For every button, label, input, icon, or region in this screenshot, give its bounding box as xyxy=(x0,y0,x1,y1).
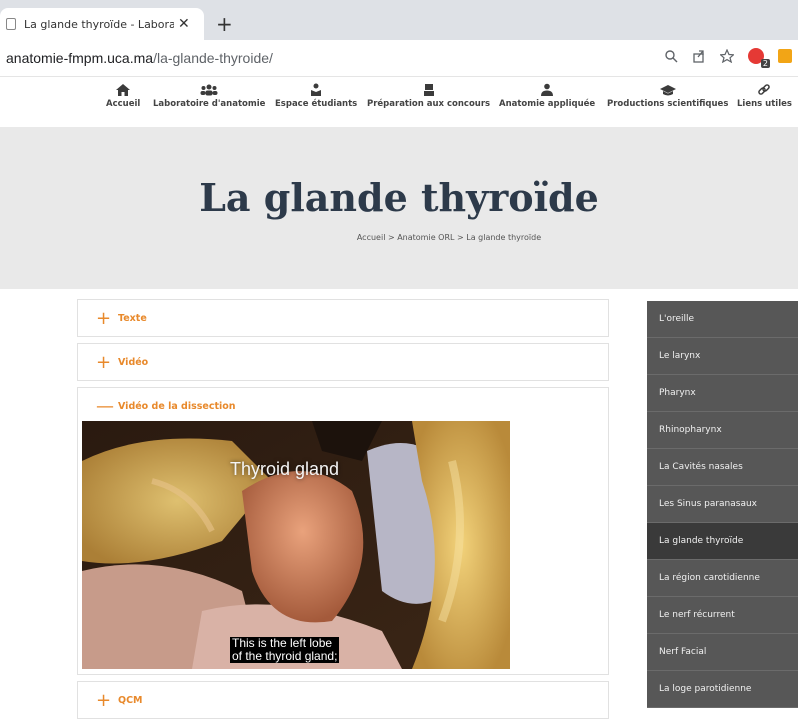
nav-label: Laboratoire d'anatomie xyxy=(153,99,266,109)
nav-item-preparation-concours[interactable]: Préparation aux concours xyxy=(367,81,490,109)
new-tab-button[interactable]: + xyxy=(216,12,233,36)
url-path: /la-glande-thyroide/ xyxy=(153,50,273,66)
nav-label: Anatomie appliquée xyxy=(499,99,596,109)
expand-icon: + xyxy=(96,689,112,711)
nav-label: Productions scientifiques xyxy=(607,99,729,109)
accordion-qcm[interactable]: + QCM xyxy=(77,681,609,719)
expand-icon: + xyxy=(96,307,112,329)
nav-item-accueil[interactable]: Accueil xyxy=(106,81,140,109)
video-subtitle: This is the left lobe of the thyroid gla… xyxy=(230,637,340,663)
url-domain: anatomie-fmpm.uca.ma xyxy=(6,50,154,66)
browser-tab-bar: La glande thyroïde - Laboratoire ✕ + xyxy=(0,0,798,40)
accordion-header[interactable]: + Vidéo xyxy=(78,344,608,380)
dissection-video-player[interactable]: Thyroid gland This is the left lobe of t… xyxy=(82,421,510,669)
sidebar-item-nerf-facial[interactable]: Nerf Facial xyxy=(647,634,798,671)
extension-badge: 2 xyxy=(760,59,770,68)
extension-shield-icon[interactable] xyxy=(778,49,792,63)
nav-item-espace-etudiants[interactable]: Espace étudiants xyxy=(275,81,357,109)
home-icon xyxy=(116,84,131,96)
nav-item-liens-utiles[interactable]: Liens utiles xyxy=(737,81,792,109)
nav-label: Accueil xyxy=(106,99,141,109)
sidebar-item-glande-thyroide[interactable]: La glande thyroïde xyxy=(647,523,798,560)
zoom-icon[interactable] xyxy=(664,49,678,63)
page-hero: La glande thyroïde Accueil > Anatomie OR… xyxy=(0,127,798,289)
close-tab-icon[interactable]: ✕ xyxy=(178,16,190,32)
subtitle-line-2: of the thyroid gland; xyxy=(232,649,338,663)
nav-item-anatomie-appliquee[interactable]: Anatomie appliquée xyxy=(499,81,595,109)
page-title: La glande thyroïde xyxy=(199,175,599,220)
accordion-texte[interactable]: + Texte xyxy=(77,299,609,337)
sidebar-item-oreille[interactable]: L'oreille xyxy=(647,301,798,338)
exam-icon xyxy=(423,84,434,96)
sidebar-item-region-carotidienne[interactable]: La région carotidienne xyxy=(647,560,798,597)
video-caption-top: Thyroid gland xyxy=(230,459,340,479)
page-favicon-icon xyxy=(6,18,16,30)
nav-label: Préparation aux concours xyxy=(367,99,491,109)
sidebar-item-rhinopharynx[interactable]: Rhinopharynx xyxy=(647,412,798,449)
accordion-title: Texte xyxy=(118,312,147,324)
sidebar-item-larynx[interactable]: Le larynx xyxy=(647,338,798,375)
extension-icon[interactable]: 2 xyxy=(748,48,770,68)
student-icon xyxy=(311,83,322,96)
bookmark-star-icon[interactable] xyxy=(720,49,734,63)
breadcrumb[interactable]: Accueil > Anatomie ORL > La glande thyro… xyxy=(0,233,798,242)
nav-item-laboratoire[interactable]: Laboratoire d'anatomie xyxy=(153,81,265,109)
address-bar: anatomie-fmpm.uca.ma/la-glande-thyroide/… xyxy=(0,40,798,77)
share-icon[interactable] xyxy=(692,49,706,63)
graduation-cap-icon xyxy=(659,85,676,96)
sidebar-item-cavites-nasales[interactable]: La Cavités nasales xyxy=(647,449,798,486)
group-icon xyxy=(200,84,218,96)
accordion-video[interactable]: + Vidéo xyxy=(77,343,609,381)
sidebar-item-sinus-paranasaux[interactable]: Les Sinus paranasaux xyxy=(647,486,798,523)
link-icon xyxy=(758,84,771,95)
tab-title: La glande thyroïde - Laboratoire xyxy=(24,17,174,31)
accordion-title: QCM xyxy=(118,694,143,706)
sidebar-item-nerf-recurrent[interactable]: Le nerf récurrent xyxy=(647,597,798,634)
sidebar-item-loge-parotidienne[interactable]: La loge parotidienne xyxy=(647,671,798,708)
accordion-title: Vidéo xyxy=(118,356,149,368)
accordion-header[interactable]: — Vidéo de la dissection xyxy=(78,388,608,424)
nav-item-productions-scientifiques[interactable]: Productions scientifiques xyxy=(607,81,728,109)
accordion-header[interactable]: + Texte xyxy=(78,300,608,336)
browser-tab[interactable]: La glande thyroïde - Laboratoire ✕ xyxy=(0,8,204,40)
sidebar-menu: L'oreille Le larynx Pharynx Rhinopharynx… xyxy=(647,301,798,708)
site-navigation: Accueil Laboratoire d'anatomie Espace ét… xyxy=(0,77,798,127)
address-bar-actions: 2 xyxy=(664,48,792,68)
expand-icon: + xyxy=(96,351,112,373)
sidebar-item-pharynx[interactable]: Pharynx xyxy=(647,375,798,412)
accordion-title: Vidéo de la dissection xyxy=(118,400,236,412)
doctor-icon xyxy=(541,83,554,96)
collapse-icon: — xyxy=(96,395,114,417)
nav-label: Liens utiles xyxy=(737,99,792,109)
nav-label: Espace étudiants xyxy=(275,99,358,109)
url-field[interactable]: anatomie-fmpm.uca.ma/la-glande-thyroide/ xyxy=(6,50,273,66)
